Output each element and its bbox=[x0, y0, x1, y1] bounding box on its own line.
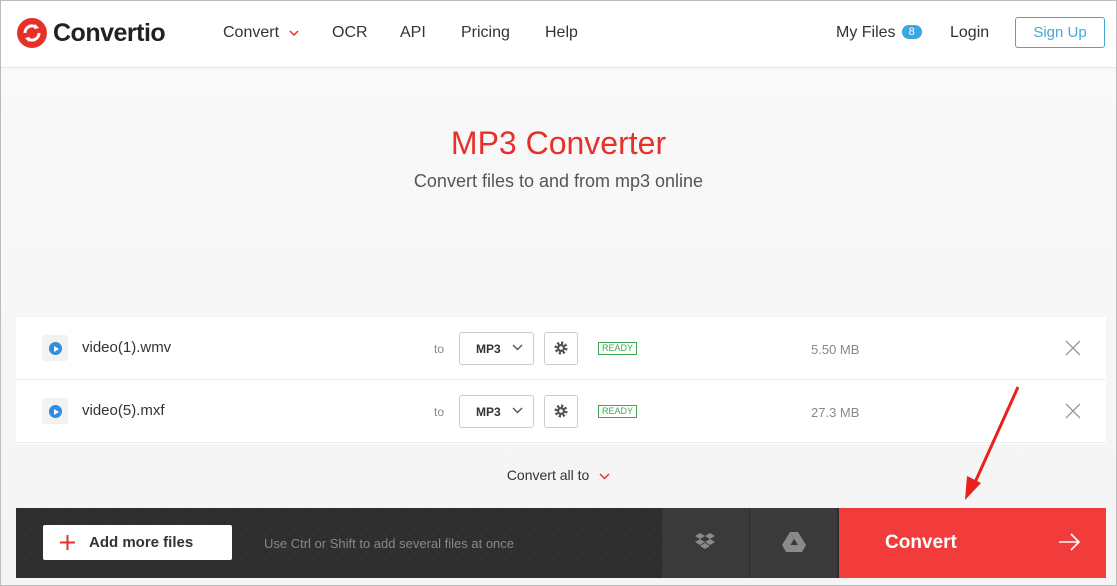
close-icon[interactable] bbox=[1065, 403, 1081, 419]
format-value: MP3 bbox=[476, 342, 501, 356]
google-drive-button[interactable] bbox=[750, 508, 837, 578]
convert-button[interactable]: Convert bbox=[839, 508, 1106, 578]
chevron-down-icon bbox=[599, 473, 610, 480]
google-drive-icon bbox=[782, 532, 806, 552]
play-icon bbox=[42, 398, 68, 424]
add-more-files-button[interactable]: Add more files bbox=[43, 525, 232, 560]
chevron-down-icon bbox=[289, 30, 300, 36]
chevron-down-icon bbox=[512, 344, 523, 351]
settings-button[interactable] bbox=[544, 395, 578, 428]
format-select[interactable]: MP3 bbox=[459, 395, 534, 428]
to-label: to bbox=[434, 342, 445, 356]
chevron-down-icon bbox=[512, 407, 523, 414]
logo-text: Convertio bbox=[53, 18, 166, 47]
settings-button[interactable] bbox=[544, 332, 578, 365]
gear-icon bbox=[554, 341, 568, 355]
page: Convertio Convert OCR API Pricing Help M… bbox=[0, 0, 1117, 586]
top-header: Convertio Convert OCR API Pricing Help M… bbox=[1, 1, 1116, 68]
to-label: to bbox=[434, 405, 445, 419]
nav-help[interactable]: Help bbox=[545, 24, 578, 42]
nav-api[interactable]: API bbox=[400, 24, 426, 42]
plus-icon bbox=[60, 535, 75, 550]
action-bar: Add more files Use Ctrl or Shift to add … bbox=[16, 508, 1106, 578]
page-title: MP3 Converter bbox=[450, 125, 667, 161]
convert-all-label: Convert all to bbox=[506, 467, 590, 483]
page-subtitle: Convert files to and from mp3 online bbox=[413, 171, 704, 191]
my-files-count-badge: 8 bbox=[901, 25, 922, 39]
format-value: MP3 bbox=[476, 405, 501, 419]
nav-convert-label: Convert bbox=[223, 24, 280, 41]
status-badge: READY bbox=[598, 342, 638, 355]
dropbox-icon bbox=[695, 533, 715, 549]
nav-my-files[interactable]: My Files 8 bbox=[836, 24, 922, 42]
nav-login[interactable]: Login bbox=[950, 24, 989, 42]
file-size: 27.3 MB bbox=[811, 405, 860, 420]
add-more-files-label: Add more files bbox=[89, 534, 194, 551]
my-files-label: My Files bbox=[836, 24, 896, 41]
file-name: video(5).mxf bbox=[82, 402, 165, 419]
format-select[interactable]: MP3 bbox=[459, 332, 534, 365]
gear-icon bbox=[554, 404, 568, 418]
logo-icon bbox=[17, 18, 47, 48]
multi-select-hint: Use Ctrl or Shift to add several files a… bbox=[264, 536, 515, 551]
nav-convert[interactable]: Convert bbox=[223, 24, 300, 42]
annotation-arrow bbox=[965, 386, 1020, 500]
status-badge: READY bbox=[598, 405, 638, 418]
dropbox-button[interactable] bbox=[662, 508, 749, 578]
signup-button[interactable]: Sign Up bbox=[1015, 17, 1105, 48]
play-icon bbox=[42, 335, 68, 361]
arrow-right-icon bbox=[1059, 533, 1081, 551]
file-size: 5.50 MB bbox=[811, 342, 860, 357]
close-icon[interactable] bbox=[1065, 340, 1081, 356]
convert-label: Convert bbox=[885, 532, 957, 553]
logo[interactable]: Convertio bbox=[17, 18, 166, 48]
file-row: video(1).wmv to MP3 READY 5.50 MB bbox=[16, 317, 1106, 380]
file-name: video(1).wmv bbox=[82, 339, 172, 356]
nav-pricing[interactable]: Pricing bbox=[461, 24, 510, 42]
nav-ocr[interactable]: OCR bbox=[332, 24, 368, 42]
